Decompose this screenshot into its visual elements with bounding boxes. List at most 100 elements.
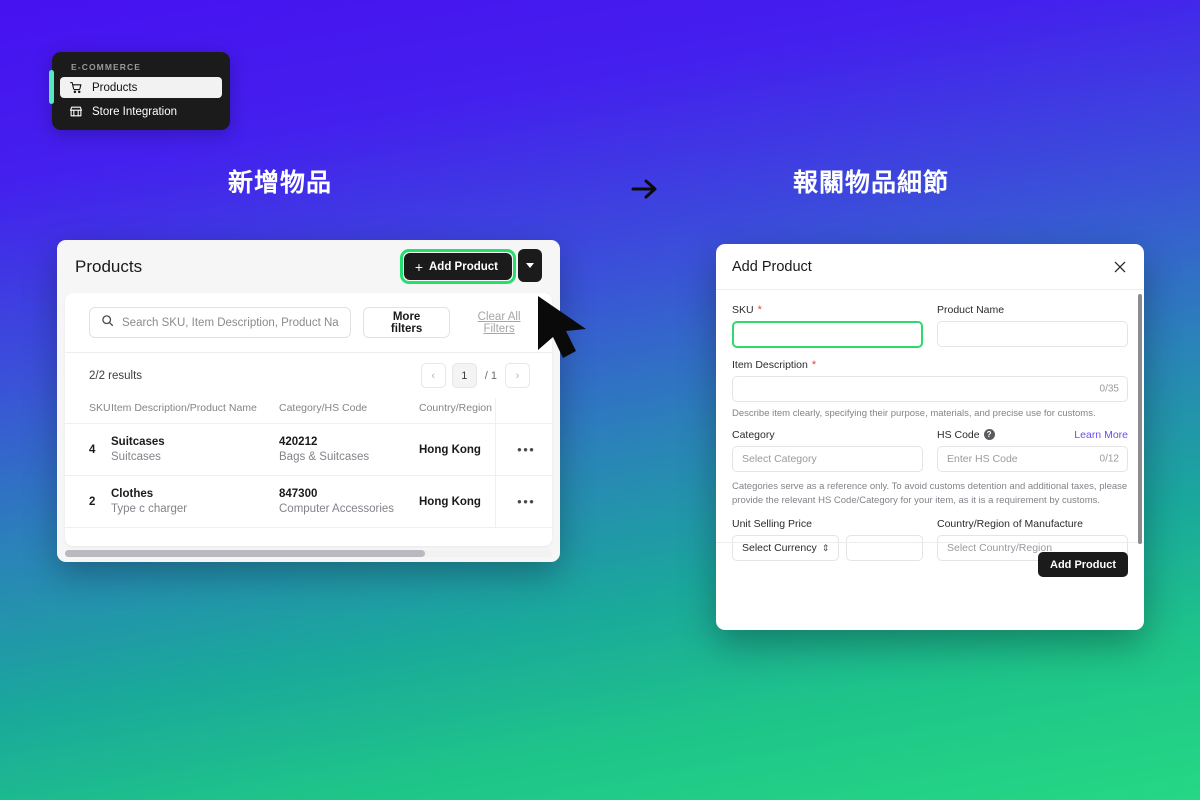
cell-hs-code: 847300 — [279, 488, 318, 500]
cell-actions[interactable]: ••• — [494, 475, 552, 528]
cell-sku: 2 — [65, 475, 111, 528]
cell-category-name: Computer Accessories — [279, 503, 395, 515]
cell-category: 847300 Computer Accessories — [279, 475, 419, 528]
add-product-highlight-ring: + Add Product — [399, 249, 516, 284]
sidebar-item-label-store-integration: Store Integration — [92, 105, 178, 118]
label-unit-selling-price: Unit Selling Price — [732, 518, 923, 530]
label-country-of-manufacture: Country/Region of Manufacture — [937, 518, 1128, 530]
close-icon[interactable] — [1112, 259, 1128, 275]
shopping-cart-icon — [68, 81, 83, 95]
table-header: SKU Item Description/Product Name Catego… — [65, 398, 552, 424]
hs-code-input[interactable] — [937, 445, 1128, 472]
cell-product-name: Suitcases — [111, 451, 161, 463]
table-row[interactable]: 4 Suitcases Suitcases 420212 Bags & Suit… — [65, 423, 552, 476]
table-scroll-container: SKU Item Description/Product Name Catego… — [65, 398, 552, 528]
label-product-name: Product Name — [937, 304, 1128, 316]
column-header-category: Category/HS Code — [279, 398, 419, 424]
cell-description: Clothes Type c charger — [111, 475, 279, 528]
label-sku: SKU * — [732, 304, 923, 316]
pagination-current-page[interactable]: 1 — [451, 363, 477, 388]
row-sku-productname: SKU * Product Name — [732, 304, 1128, 348]
cell-product-name: Type c charger — [111, 503, 188, 515]
clear-all-filters-button[interactable]: Clear All Filters — [462, 311, 536, 335]
cell-description-title: Clothes — [111, 488, 154, 500]
row-category-hscode: Category HS Code ? Learn More 0/12 — [732, 429, 1128, 472]
sidebar-card: E-COMMERCE Products Store Integration — [49, 52, 230, 130]
more-filters-button[interactable]: More filters — [363, 307, 451, 338]
filter-toolbar: More filters Clear All Filters — [65, 293, 552, 353]
mouse-cursor-icon — [532, 292, 594, 364]
cell-actions[interactable]: ••• — [494, 423, 552, 476]
label-unit-selling-price-text: Unit Selling Price — [732, 518, 812, 531]
row-menu-icon[interactable]: ••• — [517, 494, 535, 509]
label-category-text: Category — [732, 428, 775, 441]
search-box[interactable] — [89, 307, 351, 338]
label-hs-code-group: HS Code ? — [937, 429, 995, 441]
add-product-modal: Add Product SKU * Product Name Item Desc… — [716, 244, 1144, 630]
modal-scrollbar-thumb[interactable] — [1138, 294, 1142, 544]
field-item-description: Item Description * 0/35 Describe item cl… — [732, 359, 1128, 421]
item-description-input-wrap: 0/35 — [732, 376, 1128, 402]
label-sku-text: SKU — [732, 304, 754, 316]
label-category: Category — [732, 429, 923, 441]
products-panel: Products + Add Product Search SKU, Item … — [57, 240, 560, 562]
label-item-description-text: Item Description — [732, 359, 808, 371]
learn-more-link[interactable]: Learn More — [1074, 429, 1128, 441]
modal-header: Add Product — [716, 244, 1144, 290]
column-header-country: Country/Region — [419, 398, 495, 424]
field-sku: SKU * — [732, 304, 923, 348]
label-hs-code-text: HS Code — [937, 428, 980, 441]
pagination-prev-button[interactable]: ‹ — [420, 363, 446, 388]
field-hs-code: HS Code ? Learn More 0/12 — [937, 429, 1128, 472]
products-panel-header: Products + Add Product — [57, 240, 560, 293]
sidebar-accent-bar — [49, 70, 54, 104]
item-description-input[interactable] — [732, 376, 1128, 402]
row-menu-icon[interactable]: ••• — [517, 442, 535, 457]
modal-title: Add Product — [732, 258, 812, 275]
category-select[interactable] — [732, 445, 923, 472]
category-hint: Categories serve as a reference only. To… — [732, 480, 1128, 506]
label-country-of-manufacture-text: Country/Region of Manufacture — [937, 518, 1083, 531]
storefront-icon — [68, 105, 83, 119]
page-title: Products — [75, 256, 143, 276]
required-marker: * — [811, 358, 817, 371]
table-row[interactable]: 2 Clothes Type c charger 847300 Computer… — [65, 475, 552, 528]
cell-category: 420212 Bags & Suitcases — [279, 423, 419, 476]
column-header-actions — [494, 398, 552, 424]
cell-sku: 4 — [65, 423, 111, 476]
product-name-input[interactable] — [937, 321, 1128, 347]
search-input[interactable] — [122, 316, 339, 329]
modal-footer: Add Product — [716, 542, 1144, 586]
cell-country: Hong Kong — [419, 423, 495, 476]
pagination-total-pages: / 1 — [484, 369, 497, 382]
results-toolbar: 2/2 results ‹ 1 / 1 › — [65, 353, 552, 398]
label-hs-code-row: HS Code ? Learn More — [937, 429, 1128, 441]
products-table: SKU Item Description/Product Name Catego… — [65, 398, 552, 528]
question-mark-icon[interactable]: ? — [983, 429, 995, 441]
field-category: Category — [732, 429, 923, 472]
hs-code-input-wrap: 0/12 — [937, 445, 1128, 472]
category-select-wrap — [732, 445, 923, 472]
sidebar-section-label: E-COMMERCE — [71, 62, 142, 72]
cell-country: Hong Kong — [419, 475, 495, 528]
add-product-control-group: + Add Product — [399, 249, 542, 284]
sidebar-item-products[interactable]: Products — [60, 77, 222, 98]
cell-description: Suitcases Suitcases — [111, 423, 279, 476]
search-icon — [101, 314, 114, 332]
flow-arrow-icon — [627, 172, 661, 206]
add-product-button-label: Add Product — [429, 260, 498, 273]
cell-category-name: Bags & Suitcases — [279, 451, 370, 463]
cell-hs-code: 420212 — [279, 436, 318, 448]
pagination-next-button[interactable]: › — [505, 363, 530, 388]
sku-input[interactable] — [732, 321, 923, 348]
chevron-down-icon — [526, 263, 534, 268]
products-table-card: More filters Clear All Filters 2/2 resul… — [65, 293, 552, 557]
modal-add-product-button[interactable]: Add Product — [1038, 552, 1128, 577]
add-product-dropdown-button[interactable] — [518, 249, 542, 282]
results-count-label: 2/2 results — [89, 369, 143, 382]
sidebar-item-store-integration[interactable]: Store Integration — [60, 101, 222, 122]
annotation-title-right: 報關物品細節 — [793, 168, 950, 197]
add-product-button[interactable]: + Add Product — [403, 253, 512, 280]
pagination: ‹ 1 / 1 › — [420, 363, 530, 388]
label-product-name-text: Product Name — [937, 304, 1005, 316]
